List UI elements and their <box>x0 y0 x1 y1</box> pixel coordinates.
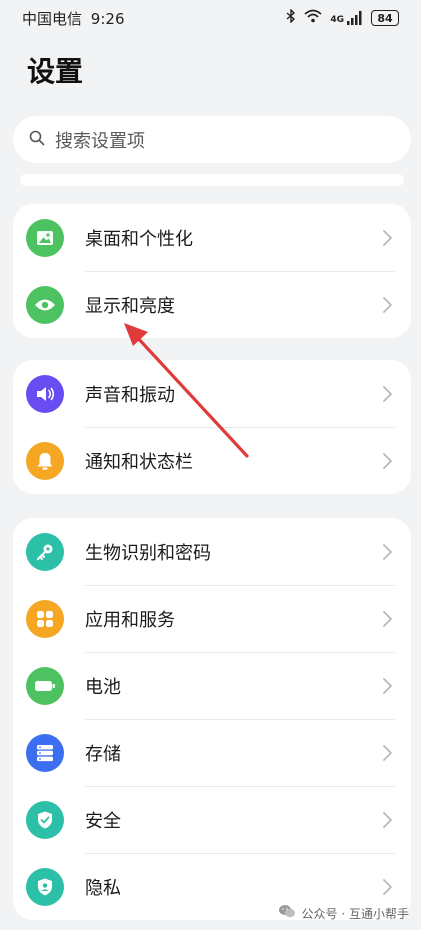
chevron-right-icon <box>383 811 392 828</box>
settings-item-apps-services[interactable]: 应用和服务 <box>13 585 411 652</box>
battery-indicator: 84 <box>371 10 399 26</box>
bell-icon <box>26 441 64 480</box>
settings-item-sound-vibration[interactable]: 声音和振动 <box>13 360 411 427</box>
status-bar: 中国电信 9:26 4G 84 <box>0 0 421 36</box>
wechat-logo-icon <box>278 904 296 922</box>
watermark-text: 公众号 · 互通小帮手 <box>301 906 409 921</box>
settings-item-notifications-statusbar[interactable]: 通知和状态栏 <box>13 427 411 494</box>
chevron-right-icon <box>383 543 392 560</box>
chevron-right-icon <box>383 296 392 313</box>
privacy-shield-icon <box>26 867 64 906</box>
settings-group-display: 桌面和个性化 显示和亮度 <box>13 204 411 338</box>
storage-icon <box>26 733 64 772</box>
shield-check-icon <box>26 800 64 839</box>
search-bar[interactable]: 搜索设置项 <box>13 116 411 163</box>
chevron-right-icon <box>383 229 392 246</box>
settings-item-label: 显示和亮度 <box>85 295 175 317</box>
settings-item-storage[interactable]: 存储 <box>13 719 411 786</box>
chevron-right-icon <box>383 677 392 694</box>
settings-item-biometrics-password[interactable]: 生物识别和密码 <box>13 518 411 585</box>
settings-group-sound-notifications: 声音和振动 通知和状态栏 <box>13 360 411 494</box>
watermark: 公众号 · 互通小帮手 <box>278 904 409 922</box>
clock: 9:26 <box>90 9 125 28</box>
network-type: 4G <box>330 15 344 25</box>
settings-item-label: 电池 <box>85 676 121 698</box>
settings-item-label: 应用和服务 <box>85 609 175 631</box>
chevron-right-icon <box>383 452 392 469</box>
search-placeholder: 搜索设置项 <box>55 130 145 152</box>
settings-item-desktop-personalization[interactable]: 桌面和个性化 <box>13 204 411 271</box>
status-right: 4G 84 <box>286 8 399 27</box>
search-icon <box>29 130 45 150</box>
settings-screen: 中国电信 9:26 4G 84 设置 搜索设置项 桌面和个性化 显示和亮度 声音… <box>0 0 421 930</box>
page-title: 设置 <box>27 55 84 88</box>
settings-item-display-brightness[interactable]: 显示和亮度 <box>13 271 411 338</box>
chevron-right-icon <box>383 385 392 402</box>
cellular-signal-icon: 4G <box>330 11 363 25</box>
wifi-icon <box>304 9 322 27</box>
bluetooth-icon <box>286 8 296 27</box>
settings-item-label: 声音和振动 <box>85 384 175 406</box>
settings-item-security[interactable]: 安全 <box>13 786 411 853</box>
apps-icon <box>26 599 64 638</box>
settings-item-battery[interactable]: 电池 <box>13 652 411 719</box>
image-icon <box>26 218 64 257</box>
collapsed-card-strip <box>20 174 404 186</box>
settings-item-label: 桌面和个性化 <box>85 228 193 250</box>
chevron-right-icon <box>383 878 392 895</box>
chevron-right-icon <box>383 610 392 627</box>
settings-item-label: 通知和状态栏 <box>85 451 193 473</box>
settings-group-system: 生物识别和密码 应用和服务 电池 存储 安全 隐私 <box>13 518 411 920</box>
settings-item-label: 生物识别和密码 <box>85 542 211 564</box>
carrier-name: 中国电信 <box>22 9 83 28</box>
key-icon <box>26 532 64 571</box>
status-left: 中国电信 9:26 <box>22 8 124 29</box>
settings-item-label: 安全 <box>85 810 121 832</box>
settings-item-label: 隐私 <box>85 877 121 899</box>
settings-item-label: 存储 <box>85 743 121 765</box>
chevron-right-icon <box>383 744 392 761</box>
speaker-icon <box>26 374 64 413</box>
battery-icon <box>26 666 64 705</box>
eye-icon <box>26 285 64 324</box>
